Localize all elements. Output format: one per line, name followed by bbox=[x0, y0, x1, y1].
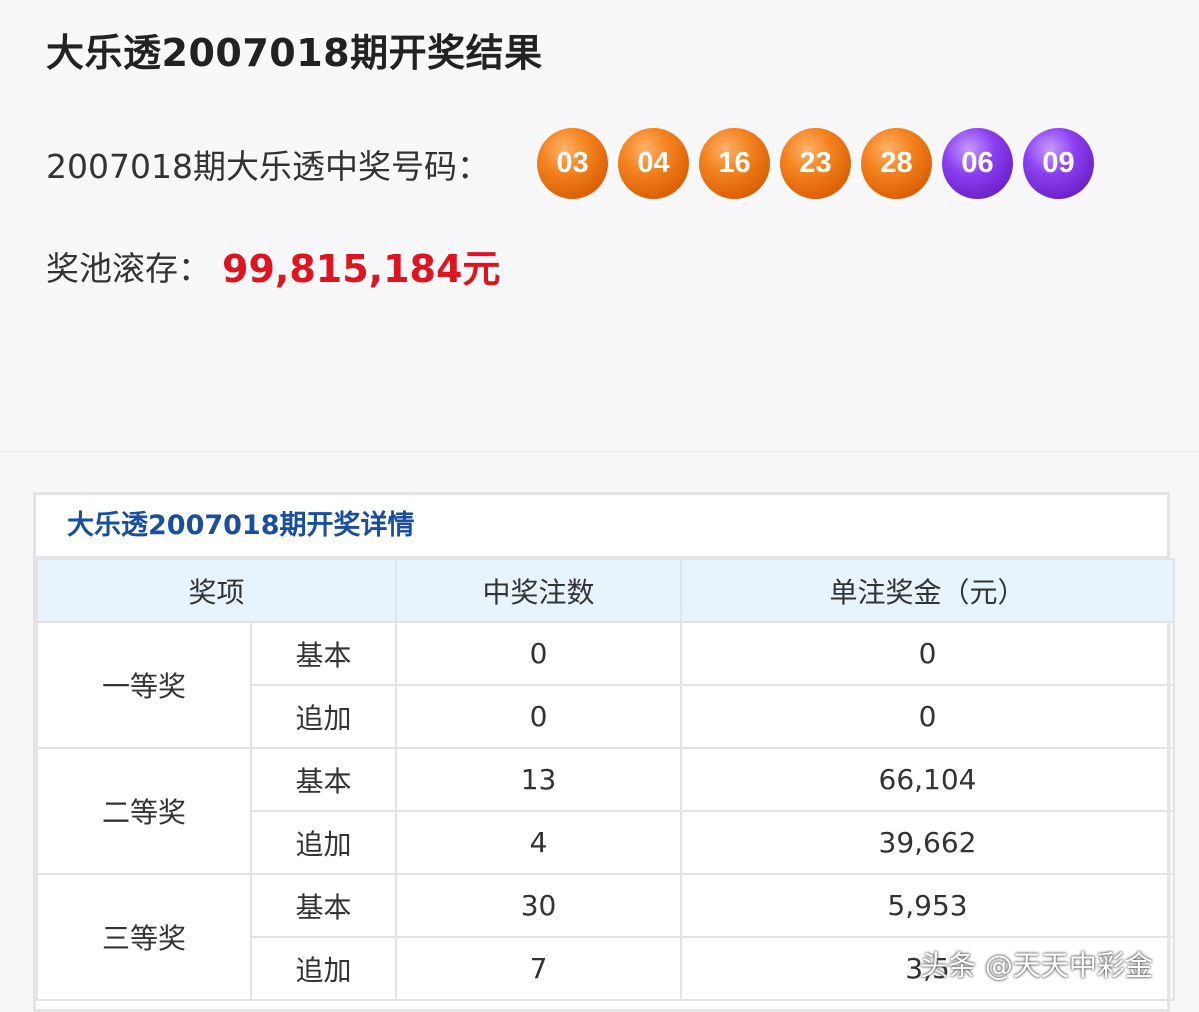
front-ball-5: 28 bbox=[861, 128, 932, 199]
winning-numbers-label: 2007018期大乐透中奖号码： bbox=[46, 147, 490, 186]
prize-amount: 5,953 bbox=[680, 873, 1176, 938]
front-ball-2: 04 bbox=[618, 128, 689, 199]
winner-count: 0 bbox=[395, 621, 683, 686]
column-header-amount: 单注奖金（元） bbox=[680, 558, 1176, 623]
prize-amount: 39,662 bbox=[680, 810, 1176, 875]
prize-amount: 66,104 bbox=[680, 747, 1176, 812]
winner-count: 30 bbox=[395, 873, 683, 938]
column-header-count: 中奖注数 bbox=[395, 558, 683, 623]
prize-amount: 0 bbox=[680, 621, 1176, 686]
detail-title: 大乐透2007018期开奖详情 bbox=[36, 495, 1167, 558]
prize-amount: 0 bbox=[680, 684, 1176, 749]
column-header-prize: 奖项 bbox=[35, 558, 398, 623]
winner-count: 13 bbox=[395, 747, 683, 812]
bet-type: 基本 bbox=[249, 747, 398, 812]
result-summary: 大乐透2007018期开奖结果 2007018期大乐透中奖号码： 03 04 1… bbox=[0, 0, 1199, 452]
front-ball-3: 16 bbox=[699, 128, 770, 199]
front-ball-4: 23 bbox=[780, 128, 851, 199]
bet-type: 基本 bbox=[249, 873, 398, 938]
jackpot-pool-label: 奖池滚存： bbox=[46, 249, 211, 288]
prize-level: 三等奖 bbox=[36, 873, 252, 1001]
winner-count: 7 bbox=[395, 936, 683, 1001]
prize-table: 奖项 中奖注数 单注奖金（元） 一等奖 基本 0 0 追加 0 0 二等奖 基本… bbox=[35, 558, 1176, 1001]
front-ball-1: 03 bbox=[537, 128, 608, 199]
jackpot-pool-value: 99,815,184元 bbox=[222, 247, 501, 291]
bet-type: 基本 bbox=[249, 621, 398, 686]
bet-type: 追加 bbox=[249, 936, 398, 1001]
table-row: 一等奖 基本 0 0 bbox=[36, 621, 1176, 749]
watermark: 头条 @天天中彩金 bbox=[920, 949, 1153, 982]
table-header-row: 奖项 中奖注数 单注奖金（元） bbox=[35, 558, 1176, 623]
back-ball-2: 09 bbox=[1023, 128, 1094, 199]
winner-count: 4 bbox=[395, 810, 683, 875]
bet-type: 追加 bbox=[249, 684, 398, 749]
prize-detail-panel: 大乐透2007018期开奖详情 奖项 中奖注数 单注奖金（元） 一等奖 基本 0… bbox=[33, 492, 1176, 1012]
back-ball-1: 06 bbox=[942, 128, 1013, 199]
table-row: 三等奖 基本 30 5,953 bbox=[36, 873, 1176, 1001]
table-row: 二等奖 基本 13 66,104 bbox=[36, 747, 1176, 875]
winner-count: 0 bbox=[395, 684, 683, 749]
prize-level: 一等奖 bbox=[36, 621, 252, 749]
page-title: 大乐透2007018期开奖结果 bbox=[46, 31, 543, 75]
prize-level: 二等奖 bbox=[36, 747, 252, 875]
bet-type: 追加 bbox=[249, 810, 398, 875]
